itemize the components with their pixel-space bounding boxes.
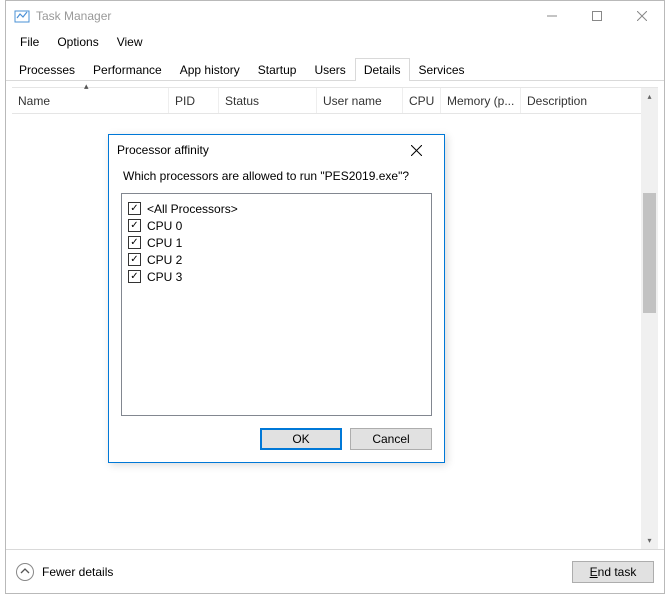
cancel-button[interactable]: Cancel	[350, 428, 432, 450]
col-description[interactable]: Description	[521, 88, 658, 113]
statusbar: Fewer details EEnd tasknd task	[6, 549, 664, 593]
col-memory[interactable]: Memory (p...	[441, 88, 521, 113]
dialog-close-button[interactable]	[396, 136, 436, 164]
vertical-scrollbar[interactable]: ▴ ▾	[641, 88, 658, 549]
tab-startup[interactable]: Startup	[249, 58, 306, 81]
list-item[interactable]: ✓ CPU 0	[128, 217, 425, 234]
checkbox-icon[interactable]: ✓	[128, 236, 141, 249]
tab-processes[interactable]: Processes	[10, 58, 84, 81]
sort-caret-icon: ▴	[84, 81, 89, 92]
tab-performance[interactable]: Performance	[84, 58, 171, 81]
menu-file[interactable]: File	[12, 33, 47, 51]
dialog-title: Processor affinity	[117, 143, 396, 157]
close-button[interactable]	[619, 1, 664, 31]
col-cpu[interactable]: CPU	[403, 88, 441, 113]
list-item-label: CPU 0	[147, 219, 182, 233]
scroll-up-icon[interactable]: ▴	[641, 88, 658, 105]
list-item[interactable]: ✓ <All Processors>	[128, 200, 425, 217]
scroll-down-icon[interactable]: ▾	[641, 532, 658, 549]
task-manager-icon	[14, 8, 30, 24]
checkbox-icon[interactable]: ✓	[128, 202, 141, 215]
window-title: Task Manager	[36, 9, 529, 23]
col-name[interactable]: Name	[12, 88, 169, 113]
scroll-thumb[interactable]	[643, 193, 656, 313]
menu-options[interactable]: Options	[49, 33, 106, 51]
list-item-label: <All Processors>	[147, 202, 238, 216]
col-user-name[interactable]: User name	[317, 88, 403, 113]
list-item-label: CPU 3	[147, 270, 182, 284]
tab-details[interactable]: Details	[355, 58, 410, 81]
end-task-button[interactable]: EEnd tasknd task	[572, 561, 654, 583]
menu-view[interactable]: View	[109, 33, 151, 51]
processor-affinity-dialog: Processor affinity Which processors are …	[108, 134, 445, 463]
list-item[interactable]: ✓ CPU 2	[128, 251, 425, 268]
processor-listbox[interactable]: ✓ <All Processors> ✓ CPU 0 ✓ CPU 1 ✓ CPU…	[121, 193, 432, 416]
list-item[interactable]: ✓ CPU 3	[128, 268, 425, 285]
maximize-button[interactable]	[574, 1, 619, 31]
menubar: File Options View	[6, 31, 664, 53]
col-status[interactable]: Status	[219, 88, 317, 113]
checkbox-icon[interactable]: ✓	[128, 253, 141, 266]
fewer-details-icon[interactable]	[16, 563, 34, 581]
fewer-details-label[interactable]: Fewer details	[42, 565, 113, 579]
tabs: Processes Performance App history Startu…	[6, 57, 664, 81]
minimize-button[interactable]	[529, 1, 574, 31]
col-pid[interactable]: PID	[169, 88, 219, 113]
dialog-prompt: Which processors are allowed to run "PES…	[121, 165, 432, 193]
list-item[interactable]: ✓ CPU 1	[128, 234, 425, 251]
checkbox-icon[interactable]: ✓	[128, 270, 141, 283]
tab-services[interactable]: Services	[410, 58, 474, 81]
tab-users[interactable]: Users	[305, 58, 354, 81]
checkbox-icon[interactable]: ✓	[128, 219, 141, 232]
list-item-label: CPU 1	[147, 236, 182, 250]
ok-button[interactable]: OK	[260, 428, 342, 450]
dialog-titlebar: Processor affinity	[109, 135, 444, 165]
table-header: Name PID Status User name CPU Memory (p.…	[12, 88, 658, 114]
list-item-label: CPU 2	[147, 253, 182, 267]
tab-app-history[interactable]: App history	[171, 58, 249, 81]
titlebar: Task Manager	[6, 1, 664, 31]
